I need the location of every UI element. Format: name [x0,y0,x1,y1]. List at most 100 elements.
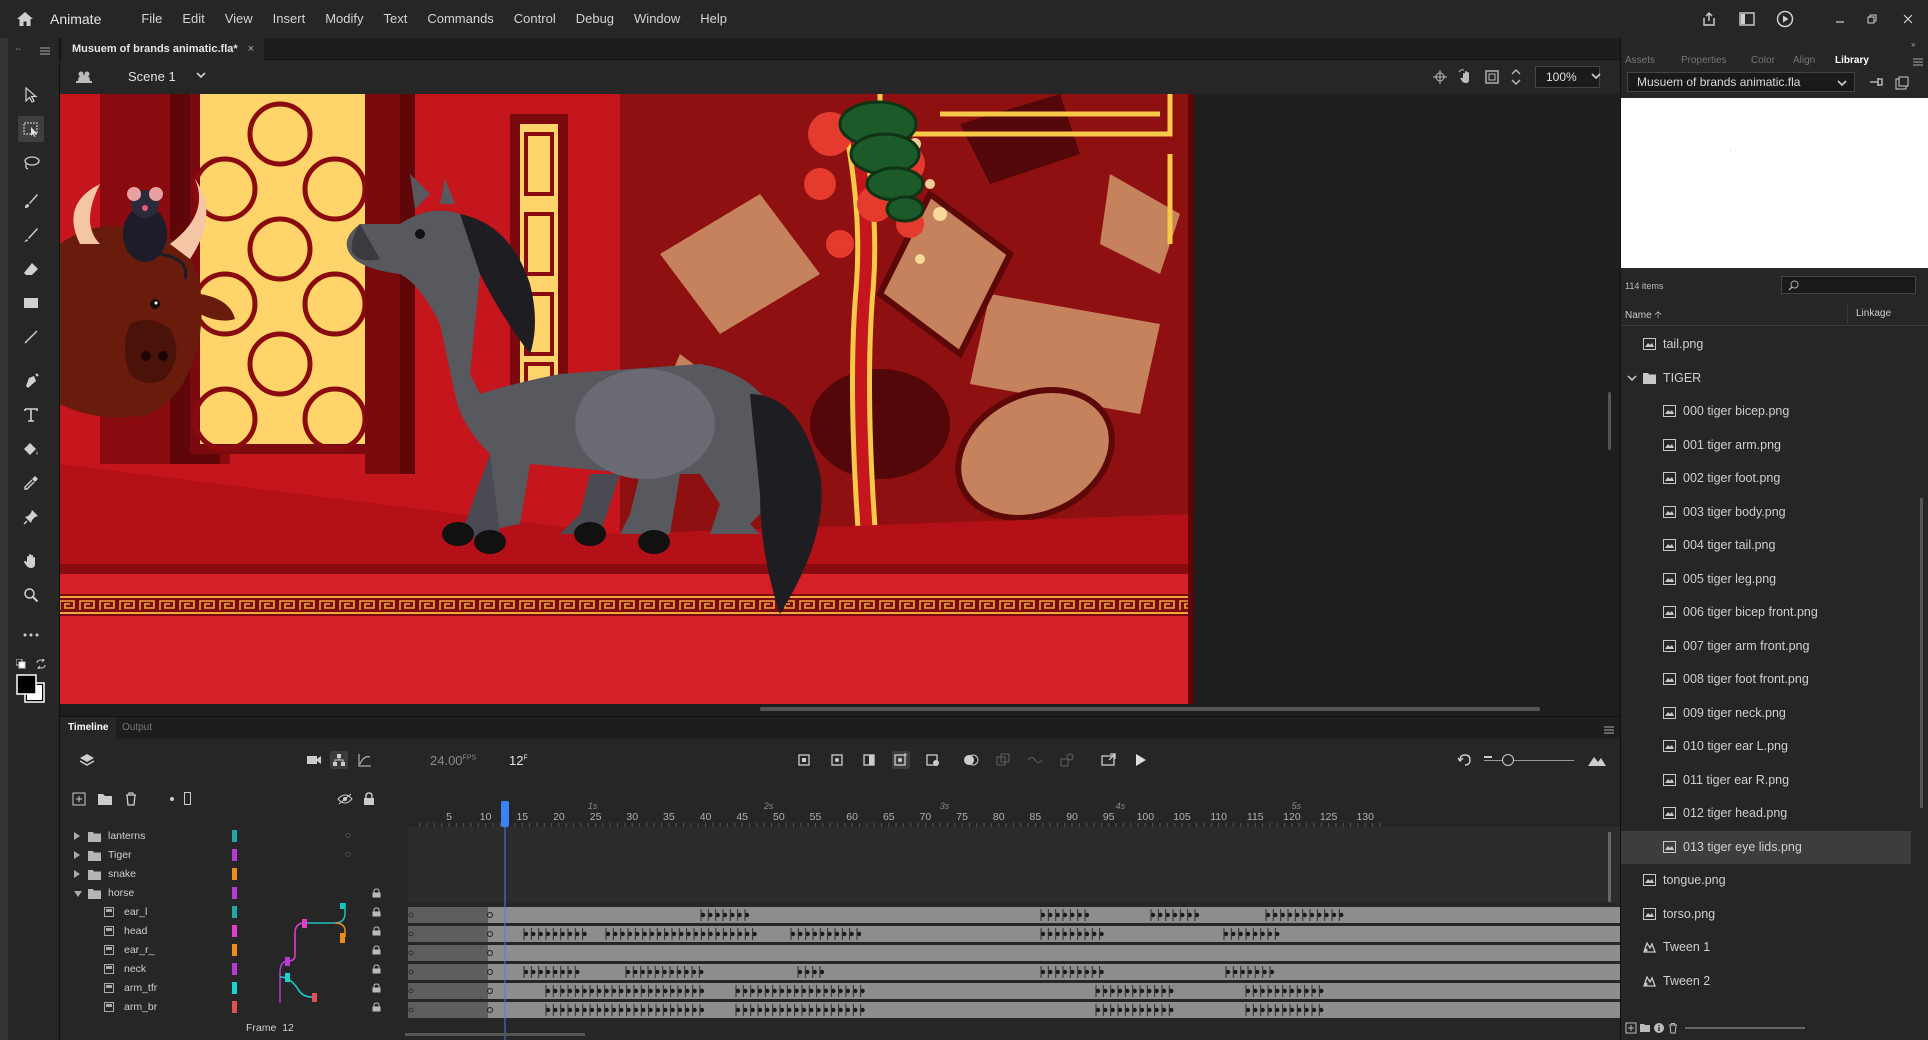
lock-icon[interactable] [372,964,381,974]
parenting-icon[interactable] [330,751,348,769]
graph-icon[interactable] [356,751,374,769]
shape-tween-icon[interactable] [1058,751,1076,769]
loop-playback-icon[interactable] [1100,751,1118,769]
tab-timeline[interactable]: Timeline [60,717,117,739]
delete-icon[interactable] [1667,1022,1679,1034]
menu-window[interactable]: Window [624,0,690,38]
layer-color-swatch[interactable] [232,868,237,880]
close-tab-icon[interactable]: × [248,38,254,60]
expand-triangle-icon[interactable] [74,870,80,878]
lasso-tool-icon[interactable] [18,150,44,176]
free-transform-tool-icon[interactable] [18,116,44,142]
selection-tool-icon[interactable] [18,82,44,108]
tab-align[interactable]: Align [1793,55,1815,66]
hand-tool-icon[interactable] [18,548,44,574]
minimize-icon[interactable] [1824,0,1856,38]
motion-tween-icon[interactable] [1026,751,1044,769]
layer-row[interactable]: Tiger ◌ [60,846,404,865]
zoom-chevron-down-icon[interactable] [1590,70,1602,85]
menu-insert[interactable]: Insert [263,0,316,38]
new-layer-icon[interactable] [70,790,88,808]
column-name-header[interactable]: Name 🡡 [1625,308,1662,325]
layer-color-swatch[interactable] [232,925,237,937]
library-item[interactable]: tail.png [1621,328,1911,361]
highlight-layer-dot-icon[interactable] [170,797,174,801]
pin-tool-icon[interactable] [18,504,44,530]
menu-control[interactable]: Control [504,0,566,38]
layer-color-swatch[interactable] [232,849,237,861]
play-icon[interactable] [1132,751,1150,769]
restore-icon[interactable] [1856,0,1888,38]
snap-icon[interactable] [1430,67,1450,87]
onion-skin-icon[interactable] [962,751,980,769]
library-item[interactable]: 012 tiger head.png [1621,797,1911,830]
column-linkage-header[interactable]: Linkage [1856,308,1891,319]
expand-triangle-open-icon[interactable] [74,891,82,897]
tab-properties[interactable]: Properties [1681,55,1727,66]
playhead[interactable] [501,801,509,1040]
panel-menu-icon[interactable] [1604,723,1614,737]
hidden-eye-icon[interactable]: ◌ [345,830,351,841]
frame-row[interactable] [408,907,1620,923]
library-vertical-scrollbar[interactable] [1920,498,1923,808]
library-item[interactable]: 007 tiger arm front.png [1621,630,1911,663]
document-tab[interactable]: Musuem of brands animatic.fla* × [62,38,265,60]
rectangle-tool-icon[interactable] [18,290,44,316]
insert-blank-keyframe-icon[interactable] [924,751,942,769]
new-library-panel-icon[interactable] [1895,76,1909,93]
paint-brush-tool-icon[interactable] [18,188,44,214]
home-icon[interactable] [0,0,50,38]
chevron-down-icon[interactable] [195,69,207,84]
fps-display[interactable]: 24.00FPS [430,753,476,768]
line-tool-icon[interactable] [18,324,44,350]
menu-text[interactable]: Text [373,0,417,38]
tab-output[interactable]: Output [114,717,160,739]
expand-triangle-icon[interactable] [74,851,80,859]
stop-icon[interactable] [795,751,813,769]
stage-vertical-scrollbar[interactable] [1608,392,1611,450]
keyframe-icon[interactable] [860,751,878,769]
expand-triangle-icon[interactable] [74,832,80,840]
library-item[interactable]: 001 tiger arm.png [1621,429,1911,462]
chevron-down-icon[interactable] [1836,77,1848,92]
tab-assets[interactable]: Assets [1625,55,1655,66]
library-item[interactable]: 003 tiger body.png [1621,496,1911,529]
library-item[interactable]: 013 tiger eye lids.png [1621,830,1911,864]
library-item[interactable]: Tween 1 [1621,931,1911,964]
layer-row[interactable]: arm_tfr [60,979,404,998]
stage-canvas[interactable] [60,94,1194,704]
info-icon[interactable] [1653,1022,1665,1034]
minus-icon[interactable] [1484,756,1492,758]
layer-row[interactable]: horse [60,884,404,903]
library-item[interactable]: tongue.png [1621,864,1911,897]
menu-view[interactable]: View [215,0,263,38]
chevron-down-icon[interactable] [1627,373,1637,383]
timeline-horizontal-scrollbar[interactable] [405,1033,585,1036]
layer-row[interactable]: ear_r_ [60,941,404,960]
stage-area[interactable] [60,94,1620,716]
panel-menu-icon[interactable] [40,44,50,58]
text-tool-icon[interactable] [18,402,44,428]
menu-edit[interactable]: Edit [172,0,214,38]
pen-tool-icon[interactable] [18,368,44,394]
zoom-tool-icon[interactable] [18,582,44,608]
frame-grid[interactable] [408,827,1620,1027]
lock-icon[interactable] [372,1002,381,1012]
layer-row[interactable]: ear_l [60,903,404,922]
tab-library[interactable]: Library [1835,55,1869,66]
library-item[interactable]: Tween 3 [1621,998,1911,1008]
panel-menu-icon[interactable] [1913,55,1923,69]
menu-modify[interactable]: Modify [315,0,373,38]
hide-all-icon[interactable] [336,790,354,808]
hidden-eye-icon[interactable]: ◌ [345,849,351,860]
insert-keyframe-icon[interactable] [892,751,910,769]
new-folder-icon[interactable] [1639,1022,1651,1034]
swap-colors-icon[interactable] [36,657,46,672]
close-icon[interactable] [1888,0,1928,38]
layer-color-swatch[interactable] [232,1001,237,1013]
frame-size-slider[interactable] [1484,760,1574,761]
library-item[interactable]: 002 tiger foot.png [1621,462,1911,495]
frame-row[interactable] [408,945,1620,961]
test-movie-icon[interactable] [1766,0,1804,38]
paint-bucket-tool-icon[interactable] [18,436,44,462]
